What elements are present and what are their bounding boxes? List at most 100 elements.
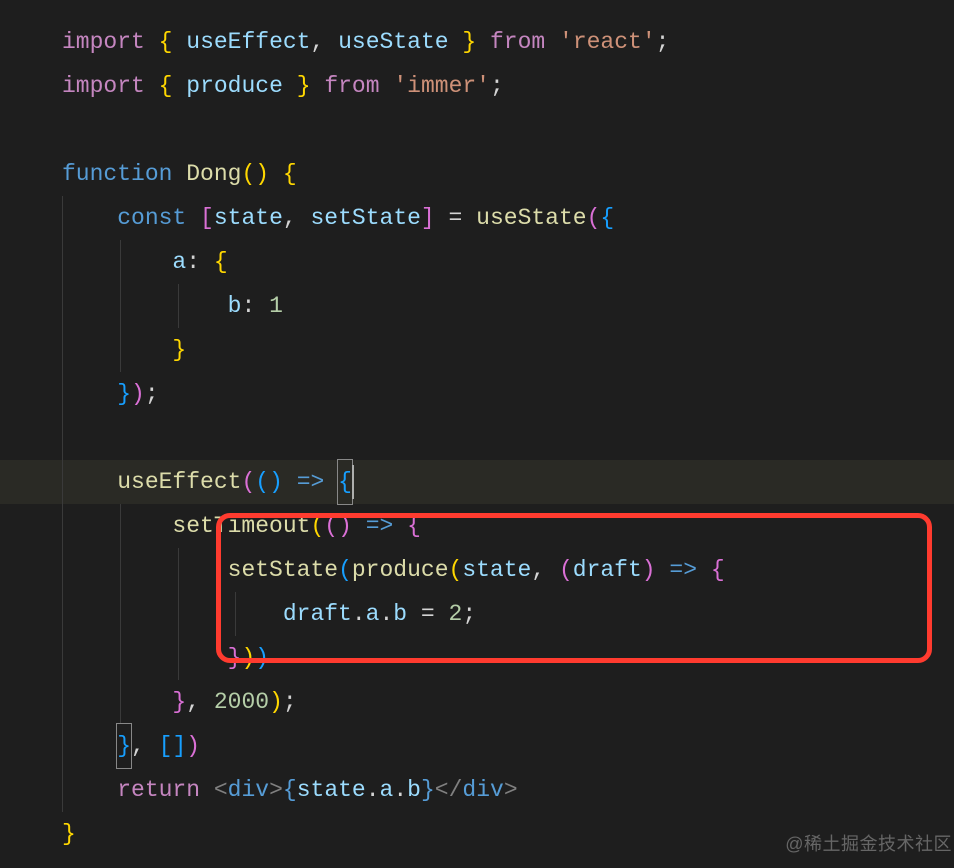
keyword-import: import (62, 73, 145, 99)
function-call: setTimeout (172, 513, 310, 539)
bracket: [ (200, 205, 214, 231)
code-line: } (0, 328, 954, 372)
jsx-brace: } (421, 777, 435, 803)
semicolon: ; (283, 689, 297, 715)
watermark: @稀土掘金技术社区 (785, 822, 952, 866)
paren: ) (642, 557, 656, 583)
colon: : (186, 249, 200, 275)
variable: setState (311, 205, 421, 231)
bracket: ] (421, 205, 435, 231)
parens: () (241, 161, 269, 187)
variable: state (462, 557, 531, 583)
paren: ( (241, 469, 255, 495)
brace: } (117, 733, 131, 759)
parens: () (324, 513, 352, 539)
brace: { (283, 161, 297, 187)
property: b (407, 777, 421, 803)
brace: } (62, 821, 76, 847)
paren: ( (449, 557, 463, 583)
dot: . (352, 601, 366, 627)
code-line: }, []) (0, 724, 954, 768)
brace: } (297, 73, 311, 99)
code-editor: import { useEffect, useState } from 'rea… (0, 0, 954, 868)
brace: { (159, 29, 173, 55)
brace: } (117, 381, 131, 407)
brace: { (407, 513, 421, 539)
arrow: => (366, 513, 394, 539)
paren: ( (587, 205, 601, 231)
brace: { (338, 469, 352, 495)
dot: . (379, 601, 393, 627)
function-call: useEffect (117, 469, 241, 495)
equals: = (421, 601, 435, 627)
identifier: produce (186, 73, 283, 99)
arrow: => (297, 469, 325, 495)
identifier: useEffect (186, 29, 310, 55)
property: a (366, 601, 380, 627)
bracket: [ (159, 733, 173, 759)
code-line: return <div>{state.a.b}</div> (0, 768, 954, 812)
jsx-brace: { (283, 777, 297, 803)
property-key: a (172, 249, 186, 275)
parameter: draft (573, 557, 642, 583)
property: a (380, 777, 394, 803)
jsx-angle: > (504, 777, 518, 803)
brace: } (172, 689, 186, 715)
code-line: function Dong() { (0, 152, 954, 196)
code-line: setTimeout(() => { (0, 504, 954, 548)
keyword-from: from (324, 73, 379, 99)
semicolon: ; (462, 601, 476, 627)
semicolon: ; (656, 29, 670, 55)
keyword-return: return (117, 777, 200, 803)
jsx-angle: < (214, 777, 228, 803)
code-line (0, 416, 954, 460)
paren: ) (269, 689, 283, 715)
code-line: import { produce } from 'immer'; (0, 64, 954, 108)
code-line: })) (0, 636, 954, 680)
function-call: useState (476, 205, 586, 231)
code-line: }); (0, 372, 954, 416)
brace: { (159, 73, 173, 99)
dot: . (366, 777, 380, 803)
number: 2 (449, 601, 463, 627)
comma: , (283, 205, 297, 231)
keyword-function: function (62, 161, 172, 187)
comma: , (311, 29, 325, 55)
identifier: useState (338, 29, 448, 55)
number: 1 (269, 293, 283, 319)
comma: , (531, 557, 545, 583)
code-line: import { useEffect, useState } from 'rea… (0, 20, 954, 64)
jsx-angle: > (269, 777, 283, 803)
equals: = (449, 205, 463, 231)
paren: ( (310, 513, 324, 539)
semicolon: ; (490, 73, 504, 99)
function-name: Dong (186, 161, 241, 187)
keyword-const: const (117, 205, 186, 231)
brace: { (711, 557, 725, 583)
jsx-tag: div (462, 777, 503, 803)
paren: ) (255, 645, 269, 671)
arrow: => (669, 557, 697, 583)
code-line-active: useEffect(() => { (0, 460, 954, 504)
paren: ( (338, 557, 352, 583)
jsx-tag: div (228, 777, 269, 803)
keyword-from: from (490, 29, 545, 55)
brace: { (214, 249, 228, 275)
brace: } (172, 337, 186, 363)
code-line: setState(produce(state, (draft) => { (0, 548, 954, 592)
code-line: const [state, setState] = useState({ (0, 196, 954, 240)
jsx-angle: </ (435, 777, 463, 803)
code-line: b: 1 (0, 284, 954, 328)
property: b (393, 601, 407, 627)
code-line: a: { (0, 240, 954, 284)
variable: state (214, 205, 283, 231)
property-key: b (228, 293, 242, 319)
comma: , (131, 733, 145, 759)
number: 2000 (214, 689, 269, 715)
keyword-import: import (62, 29, 145, 55)
bracket: ] (172, 733, 186, 759)
function-call: setState (228, 557, 338, 583)
code-line: }, 2000); (0, 680, 954, 724)
cursor (352, 465, 354, 499)
dot: . (393, 777, 407, 803)
